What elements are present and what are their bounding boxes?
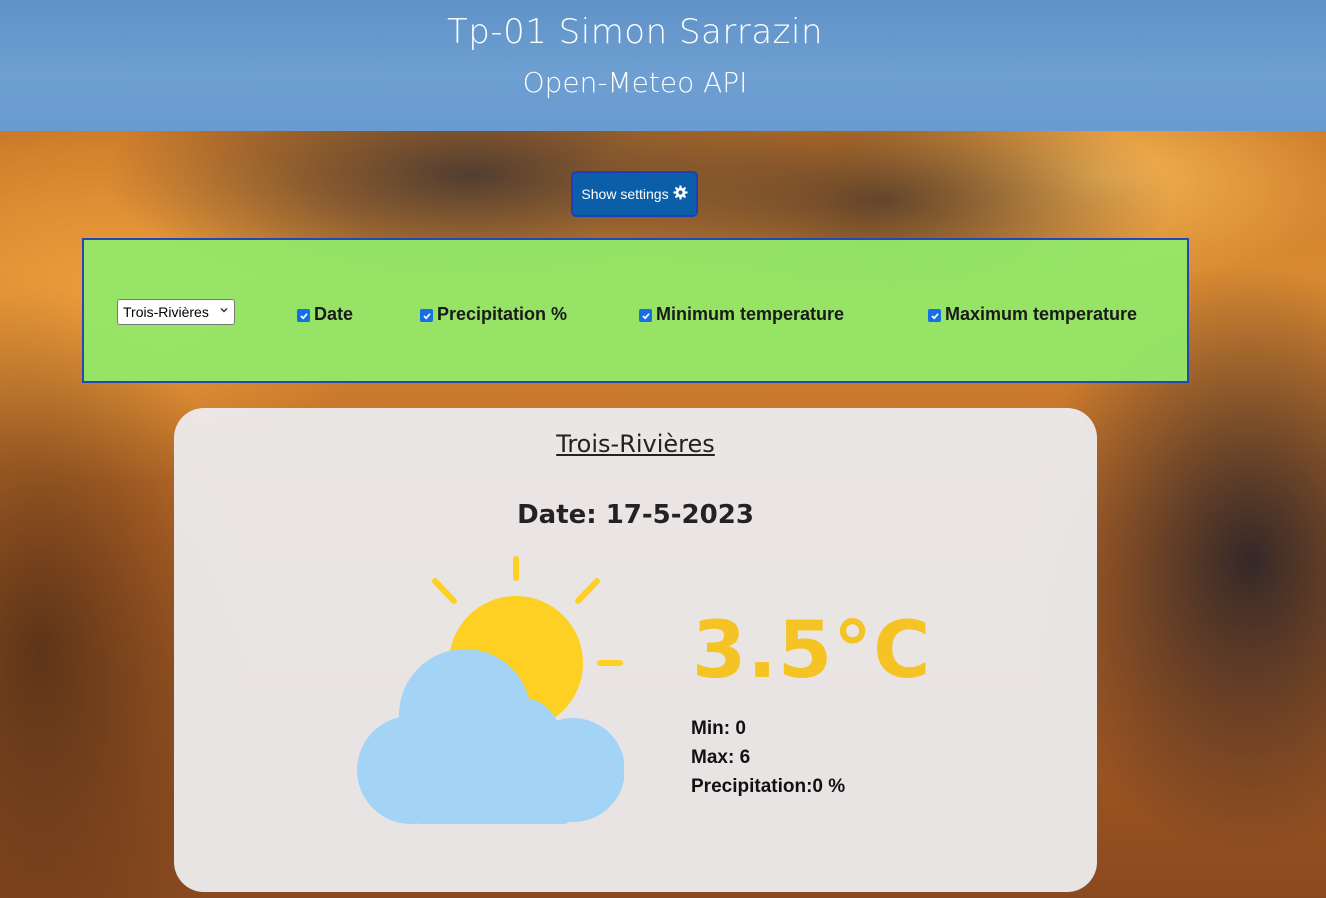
- weather-city-name: Trois-Rivières: [556, 430, 715, 458]
- chevron-down-icon: [220, 307, 228, 313]
- checkbox-date-label: Date: [314, 304, 354, 324]
- show-settings-label: Show settings: [581, 186, 669, 202]
- checkbox-checked-icon[interactable]: [297, 309, 310, 322]
- checkbox-checked-icon[interactable]: [420, 309, 433, 322]
- min-temperature: Min: 0: [691, 718, 746, 739]
- gear-icon: [673, 185, 688, 203]
- precipitation: Precipitation:0 %: [691, 776, 846, 797]
- city-select[interactable]: Trois-Rivières: [117, 299, 235, 325]
- partly-cloudy-icon: [357, 556, 624, 824]
- checkbox-max-temperature[interactable]: Maximum temperature: [928, 304, 1137, 325]
- city-select-value: Trois-Rivières: [123, 304, 209, 320]
- checkbox-precipitation[interactable]: Precipitation %: [420, 304, 567, 325]
- checkbox-date[interactable]: Date: [297, 304, 353, 325]
- weather-date: Date: 17-5-2023: [517, 500, 754, 530]
- max-temperature: Max: 6: [691, 747, 751, 768]
- page-title: Tp-01 Simon Sarrazin: [446, 12, 824, 52]
- checkbox-checked-icon[interactable]: [928, 309, 941, 322]
- settings-panel: Trois-Rivières Date Precipitation % Mini…: [82, 238, 1189, 383]
- checkbox-min-temperature[interactable]: Minimum temperature: [639, 304, 844, 325]
- page-header: Tp-01 Simon Sarrazin Open-Meteo API: [0, 0, 1326, 131]
- weather-stats: Min: 0 Max: 6 Precipitation:0 %: [691, 714, 845, 801]
- checkbox-max-temperature-label: Maximum temperature: [945, 304, 1138, 324]
- page-subtitle: Open-Meteo API: [522, 66, 748, 99]
- current-temperature: 3.5°C: [692, 606, 932, 696]
- show-settings-button[interactable]: Show settings: [571, 171, 698, 217]
- checkbox-precipitation-label: Precipitation %: [437, 304, 568, 324]
- checkbox-checked-icon[interactable]: [639, 309, 652, 322]
- weather-card: Trois-Rivières Date: 17-5-2023 3.5°C Min…: [174, 408, 1097, 892]
- checkbox-min-temperature-label: Minimum temperature: [656, 304, 845, 324]
